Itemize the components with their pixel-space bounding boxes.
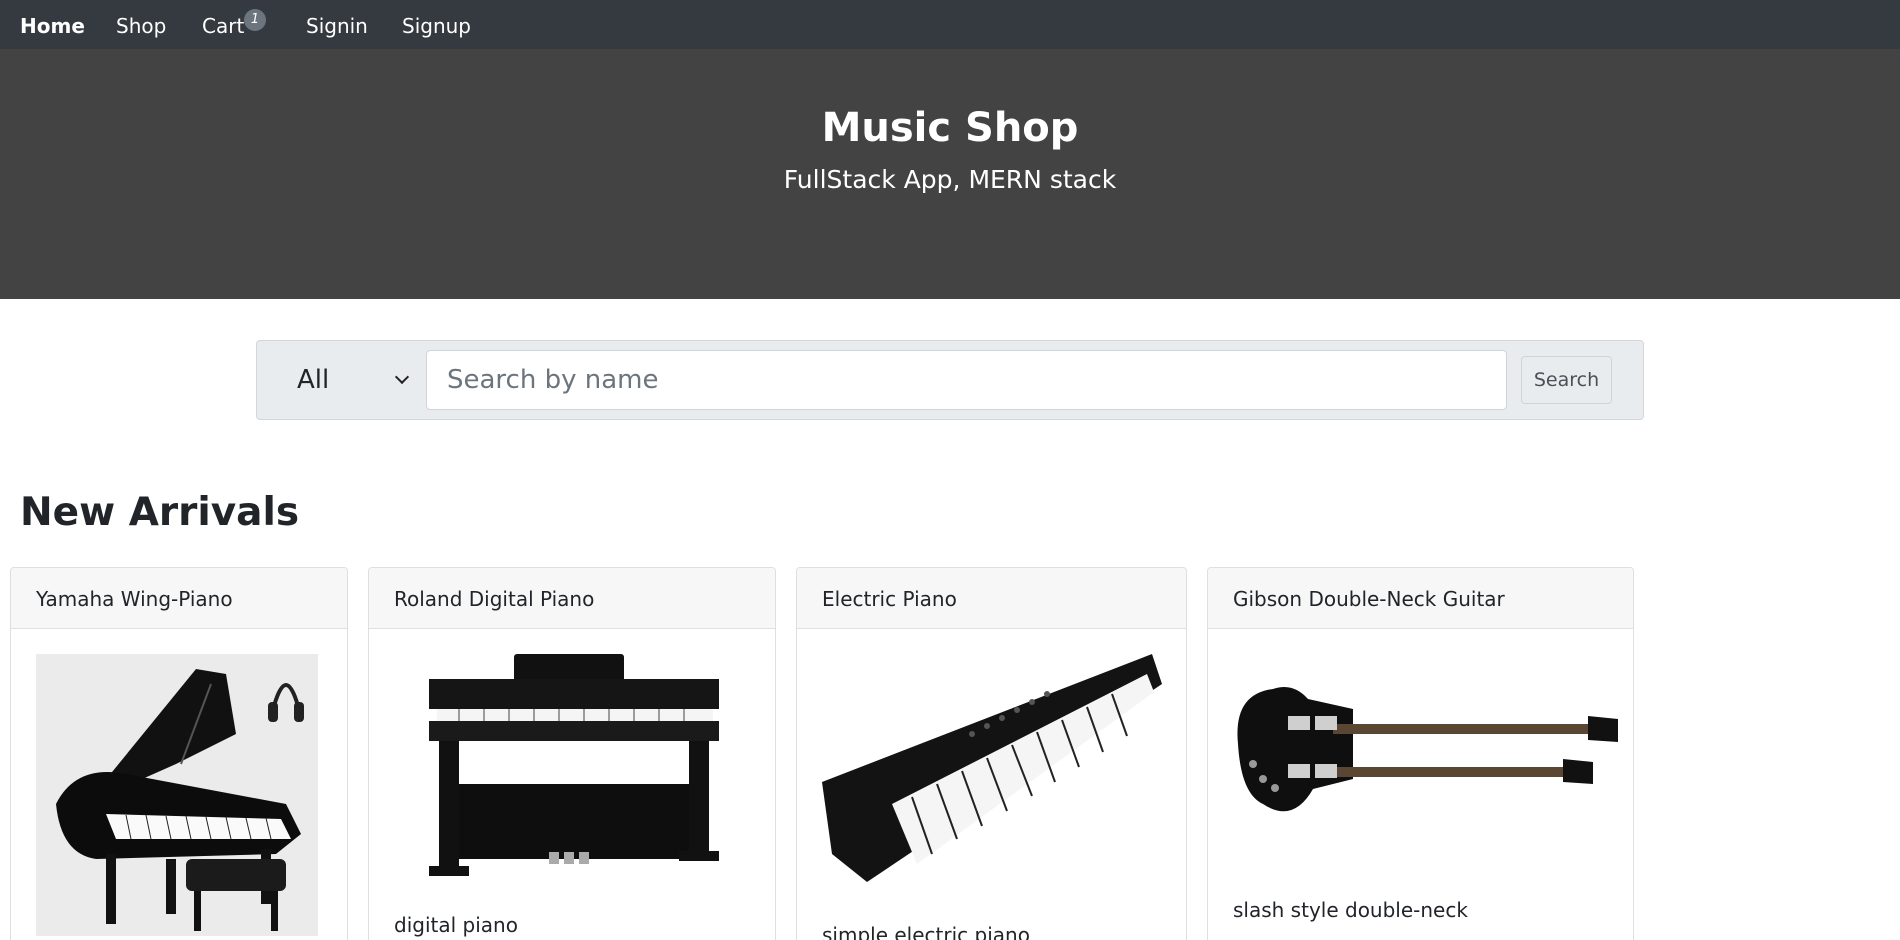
- category-select[interactable]: All: [271, 350, 421, 410]
- nav-cart-link[interactable]: Cart: [202, 0, 244, 49]
- hero-banner: Music Shop FullStack App, MERN stack: [0, 49, 1900, 299]
- hero-subtitle: FullStack App, MERN stack: [783, 165, 1117, 194]
- grand-piano-image: [36, 654, 318, 936]
- product-description: slash style double-neck: [1233, 898, 1468, 922]
- product-card[interactable]: Yamaha Wing-Piano: [10, 567, 348, 940]
- nav-signin-link[interactable]: Signin: [306, 0, 368, 49]
- keyboard-image: [822, 654, 1162, 882]
- product-card[interactable]: Gibson Double-Neck Guitar slash style do…: [1207, 567, 1634, 940]
- nav-shop-link[interactable]: Shop: [116, 0, 166, 49]
- guitar-image: [1237, 686, 1618, 812]
- product-card[interactable]: Roland Digital Piano digital piano: [368, 567, 776, 940]
- nav-signup-link[interactable]: Signup: [402, 0, 471, 49]
- nav-home-link[interactable]: Home: [20, 0, 85, 49]
- chevron-down-icon: [394, 369, 410, 385]
- product-name: Roland Digital Piano: [369, 568, 775, 629]
- product-description: simple electric piano: [822, 923, 1030, 940]
- section-title: New Arrivals: [20, 490, 300, 535]
- product-name: Electric Piano: [797, 568, 1186, 629]
- hero-title: Music Shop: [821, 105, 1079, 151]
- cart-count-badge: 1: [244, 9, 266, 31]
- product-name: Gibson Double-Neck Guitar: [1208, 568, 1633, 629]
- category-select-value: All: [297, 365, 330, 395]
- search-button[interactable]: Search: [1521, 356, 1612, 404]
- search-form: All Search: [256, 340, 1644, 420]
- digital-piano-image: [429, 654, 719, 876]
- product-name: Yamaha Wing-Piano: [11, 568, 347, 629]
- top-navbar: Home Shop Cart 1 Signin Signup: [0, 0, 1900, 49]
- search-input[interactable]: [426, 350, 1507, 410]
- product-description: digital piano: [394, 913, 518, 937]
- product-card[interactable]: Electric Piano simple electric piano: [796, 567, 1187, 940]
